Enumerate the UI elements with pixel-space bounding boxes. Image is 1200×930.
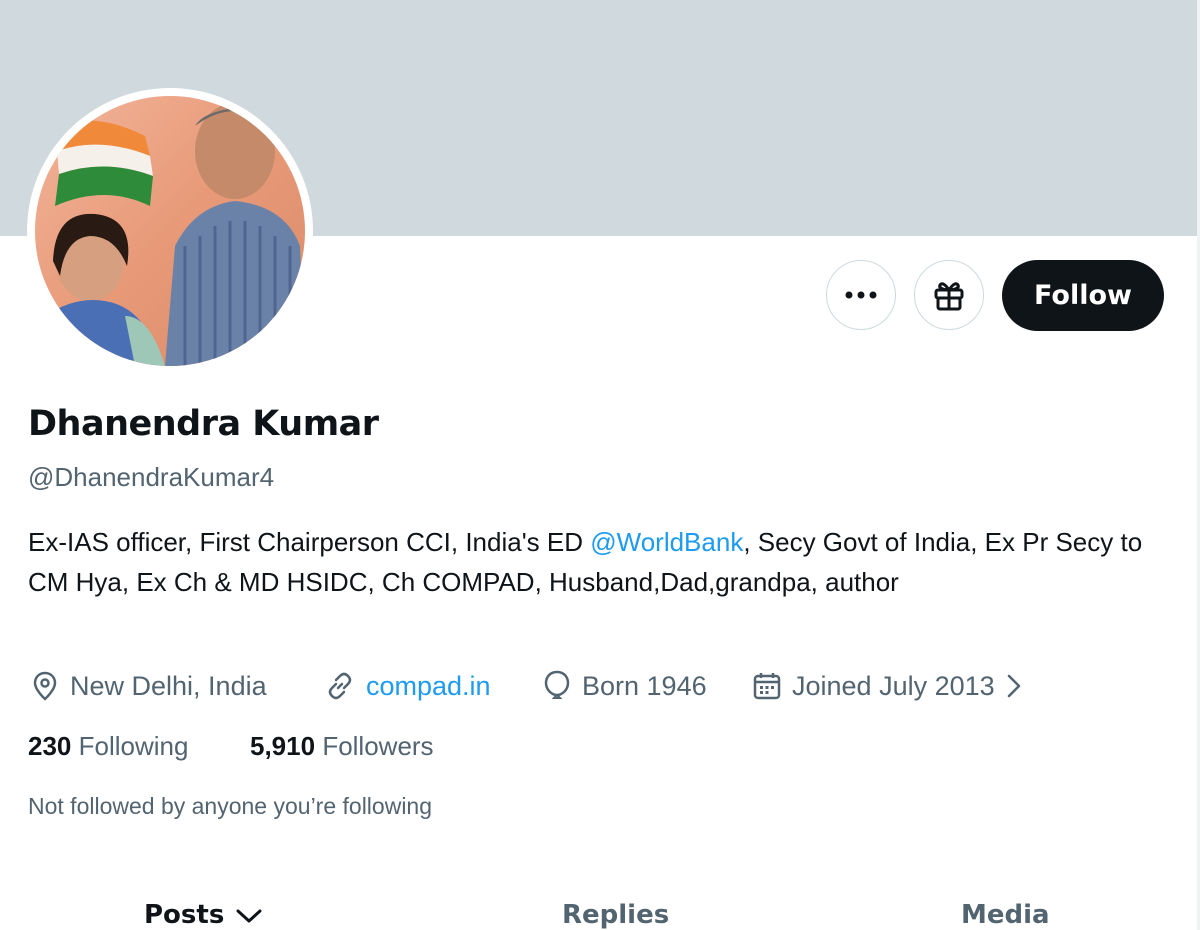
join-date-text: Joined July 2013 [792,670,995,701]
followers-count: 5,910 [250,731,316,761]
following-count: 230 [28,731,72,761]
profile-location: New Delhi, India [30,667,267,705]
more-button[interactable] [826,260,896,330]
chevron-down-icon[interactable] [235,906,263,926]
chevron-right-icon [1007,674,1020,698]
bio-mention-link[interactable]: @WorldBank [590,527,743,557]
tab-media[interactable]: Media [961,900,1050,930]
location-icon [33,671,57,701]
location-text: New Delhi, India [70,670,267,701]
profile-handle: @DhanendraKumar4 [28,462,275,492]
followers-stat[interactable]: 5,910 Followers [250,731,434,762]
tab-replies[interactable]: Replies [562,900,669,930]
tab-posts-label: Posts [144,900,225,930]
following-label: Following [78,731,189,761]
profile-website[interactable]: compad.in [324,667,491,705]
following-stat[interactable]: 230 Following [28,731,188,762]
followers-label: Followers [322,731,434,761]
balloon-icon [544,670,570,699]
tab-posts[interactable]: Posts [144,900,263,930]
profile-name: Dhanendra Kumar [28,404,379,444]
website-link[interactable]: compad.in [366,671,491,702]
avatar-photo [35,96,305,366]
profile-birthdate: Born 1946 [542,667,707,705]
follow-button[interactable]: Follow [1002,260,1164,331]
bio-text: Ex-IAS officer, First Chairperson CCI, I… [28,527,591,557]
profile-bio: Ex-IAS officer, First Chairperson CCI, I… [28,522,1168,602]
link-icon [328,672,352,700]
gift-icon [934,282,964,311]
gift-button[interactable] [914,260,984,330]
birthdate-text: Born 1946 [582,670,707,701]
calendar-icon [753,673,781,700]
social-context-text: Not followed by anyone you’re following [28,793,433,819]
more-icon [845,291,877,299]
profile-join-date[interactable]: Joined July 2013 [752,667,1025,705]
avatar[interactable] [27,88,313,374]
